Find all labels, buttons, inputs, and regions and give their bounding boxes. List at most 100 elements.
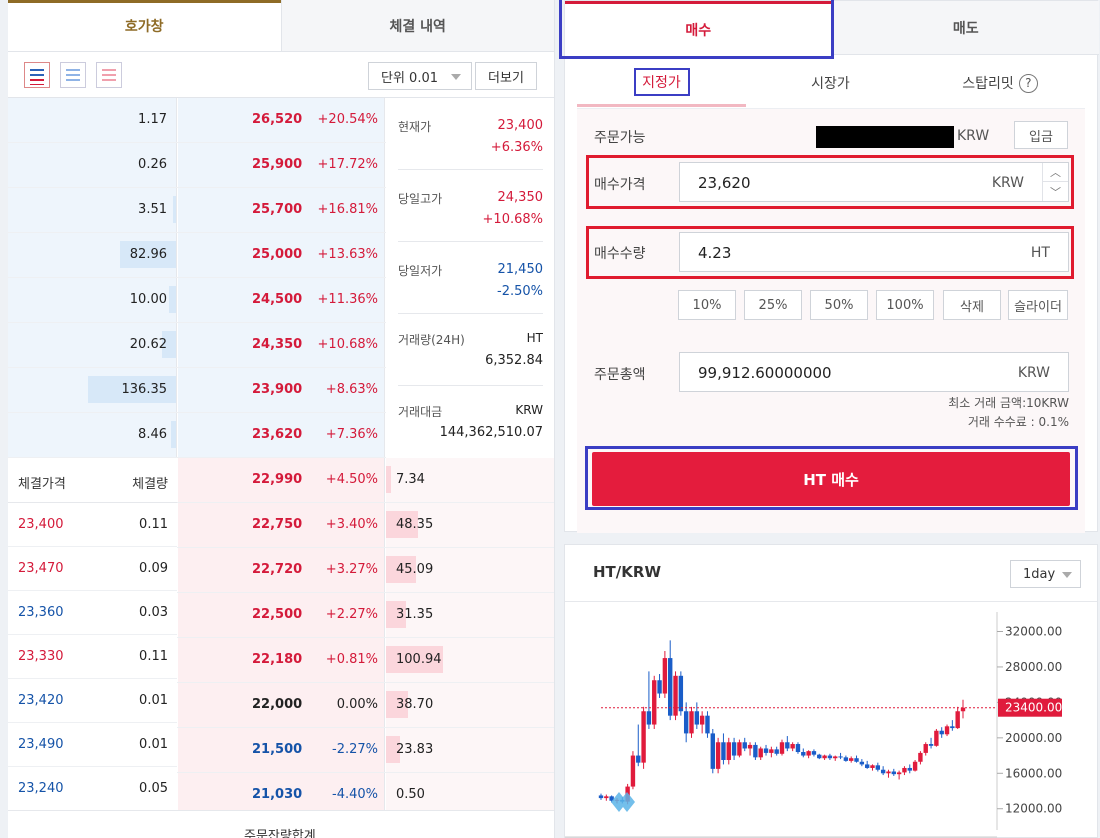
- chart-title: HT/KRW: [593, 563, 661, 581]
- ask-price-cell[interactable]: 25,000 +13.63%: [178, 233, 385, 277]
- ask-price-cell[interactable]: 24,500 +11.36%: [178, 278, 385, 322]
- chevron-down-icon: [451, 74, 461, 80]
- tab-market-label: 시장가: [811, 76, 850, 92]
- candle-body: [710, 733, 715, 769]
- ask-qty: 3.51: [138, 202, 167, 217]
- bid-qty: 23.83: [396, 742, 434, 757]
- candle-body: [896, 772, 902, 775]
- bid-qty: 100.94: [396, 652, 442, 667]
- unit-select[interactable]: 단위 0.01: [368, 62, 472, 90]
- volume-label: 거래량(24H): [398, 333, 465, 347]
- bid-price-cell[interactable]: 22,990 +4.50%: [178, 458, 385, 502]
- low-pct: -2.50%: [497, 284, 543, 299]
- bid-price-cell[interactable]: 22,000 0.00%: [178, 683, 385, 727]
- trade-price: 23,240: [18, 781, 64, 796]
- trade-price: 23,420: [18, 693, 64, 708]
- ask-price-cell[interactable]: 26,520 +20.54%: [178, 98, 385, 142]
- tab-stop-label: 스탑리밋: [962, 76, 1014, 92]
- bid-price: 21,030: [252, 787, 303, 802]
- candle-body: [822, 755, 827, 759]
- ask-pct: +17.72%: [317, 157, 378, 172]
- tab-stop-limit[interactable]: 스탑리밋?: [915, 59, 1085, 107]
- bid-qty-cell: 7.34: [386, 458, 554, 502]
- ask-price-cell[interactable]: 23,900 +8.63%: [178, 368, 385, 412]
- left-tabs: 호가창 체결 내역: [8, 0, 554, 52]
- amount-unit: KRW: [515, 403, 543, 417]
- bid-qty: 45.09: [396, 562, 434, 577]
- candle-body: [960, 707, 966, 712]
- bid-price-cell[interactable]: 22,180 +0.81%: [178, 638, 385, 682]
- trade-price: 23,400: [18, 517, 64, 532]
- ask-qty: 8.46: [138, 427, 167, 442]
- candle-body: [785, 742, 790, 749]
- view-both-icon[interactable]: [24, 61, 50, 88]
- percent-button[interactable]: 25%: [744, 290, 802, 320]
- ask-qty: 10.00: [129, 292, 167, 307]
- tab-trades[interactable]: 체결 내역: [280, 0, 554, 51]
- candle-body: [870, 765, 875, 768]
- volume-block: 거래량(24H) HT 6,352.84: [398, 331, 543, 386]
- ask-price-cell[interactable]: 25,900 +17.72%: [178, 143, 385, 187]
- market-info: 현재가 23,400 +6.36% 당일고가 24,350 +10.68% 당일…: [386, 98, 554, 458]
- candle-body: [950, 726, 955, 729]
- bid-pct: +2.27%: [325, 607, 378, 622]
- candle-body: [694, 711, 700, 725]
- ask-price-cell[interactable]: 25,700 +16.81%: [178, 188, 385, 232]
- bid-price-cell[interactable]: 22,500 +2.27%: [178, 593, 385, 637]
- current-pct: +6.36%: [490, 140, 543, 155]
- total-label: 주문총액: [594, 367, 646, 383]
- min-amount-note: 최소 거래 금액:10KRW: [948, 396, 1069, 410]
- trade-qty: 0.05: [139, 781, 168, 796]
- ask-pct: +20.54%: [317, 112, 378, 127]
- orderbook-toolbar: 단위 0.01 더보기: [8, 52, 554, 98]
- candlestick-chart[interactable]: 32000.0028000.0024000.0020000.0016000.00…: [565, 602, 1097, 838]
- deposit-button[interactable]: 입금: [1014, 121, 1068, 149]
- bid-qty: 0.50: [396, 787, 425, 802]
- bid-pct: +3.40%: [325, 517, 378, 532]
- candle-body: [902, 767, 907, 773]
- candle-body: [763, 748, 769, 753]
- candle-body: [779, 742, 785, 754]
- ask-depth-bar: [172, 196, 176, 223]
- bid-qty: 7.34: [396, 472, 425, 487]
- candle-body: [652, 680, 657, 725]
- percent-button[interactable]: 삭제: [943, 290, 1001, 320]
- candle-body: [699, 715, 705, 725]
- percent-button[interactable]: 10%: [678, 290, 736, 320]
- candle-body: [646, 711, 652, 725]
- trade-row: 23,490 0.01: [8, 723, 177, 767]
- bid-price-cell[interactable]: 22,750 +3.40%: [178, 503, 385, 547]
- total-unit: KRW: [1017, 365, 1050, 381]
- ask-price: 26,520: [252, 112, 303, 127]
- orderbook-panel: 호가창 체결 내역 단위 0.01 더보기 1.17 26,520 +20.54% 0…: [8, 0, 555, 838]
- ask-qty-cell: 1.17: [8, 98, 177, 142]
- bid-price-cell[interactable]: 21,500 -2.27%: [178, 728, 385, 772]
- percent-button[interactable]: 100%: [876, 290, 934, 320]
- trade-row: 23,470 0.09: [8, 547, 177, 591]
- view-bids-icon[interactable]: [96, 61, 122, 88]
- help-icon[interactable]: ?: [1018, 73, 1038, 93]
- candle-body: [657, 680, 662, 694]
- tab-market[interactable]: 시장가: [746, 59, 915, 107]
- trade-row: 23,400 0.11: [8, 503, 177, 547]
- ask-qty-cell: 3.51: [8, 188, 177, 232]
- candle-body: [790, 744, 795, 749]
- tab-sell[interactable]: 매도: [831, 1, 1099, 55]
- percent-button[interactable]: 슬라이더: [1008, 290, 1068, 320]
- more-button[interactable]: 더보기: [475, 62, 537, 90]
- trade-row: 23,360 0.03: [8, 591, 177, 635]
- available-unit: KRW: [957, 128, 990, 144]
- total-input[interactable]: 99,912.60000000 KRW: [679, 352, 1069, 392]
- candle-body: [875, 765, 881, 770]
- bid-qty-cell: 45.09: [386, 548, 554, 592]
- candle-body: [662, 658, 668, 694]
- bid-price-cell[interactable]: 22,720 +3.27%: [178, 548, 385, 592]
- percent-button[interactable]: 50%: [810, 290, 868, 320]
- ask-price-cell[interactable]: 23,620 +7.36%: [178, 413, 385, 457]
- interval-select[interactable]: 1day: [1010, 560, 1081, 588]
- ask-price-cell[interactable]: 24,350 +10.68%: [178, 323, 385, 367]
- tab-orderbook[interactable]: 호가창: [8, 0, 281, 51]
- volume-unit: HT: [526, 331, 543, 345]
- view-asks-icon[interactable]: [60, 61, 86, 88]
- trades-header: 체결가격 체결량: [8, 458, 177, 503]
